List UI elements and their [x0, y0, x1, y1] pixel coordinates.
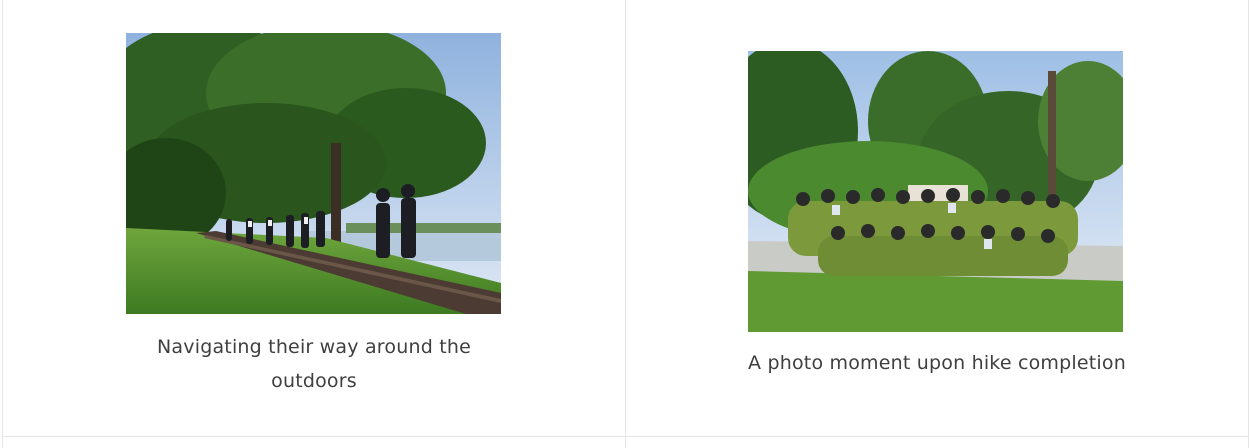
- caption-line: outdoors: [271, 370, 357, 392]
- gallery-cell-4: [626, 437, 1249, 448]
- caption-line: Navigating their way around the: [157, 336, 471, 358]
- walking-outdoors-image: [126, 33, 501, 314]
- photo-caption: Navigating their way around the outdoors: [3, 330, 625, 398]
- gallery-cell-2: A photo moment upon hike completion: [626, 0, 1249, 437]
- gallery-cell-3: [2, 437, 626, 448]
- photo-gallery-grid: Navigating their way around the outdoors: [0, 0, 1250, 448]
- gallery-cell-1: Navigating their way around the outdoors: [2, 0, 626, 437]
- next-gallery-row: [2, 437, 1249, 448]
- photo-caption: A photo moment upon hike completion: [626, 346, 1248, 380]
- gallery-photo-group[interactable]: [748, 51, 1123, 332]
- group-hike-photo-image: [748, 51, 1123, 332]
- gallery-photo-walk[interactable]: [126, 33, 501, 314]
- caption-line: A photo moment upon hike completion: [748, 352, 1126, 374]
